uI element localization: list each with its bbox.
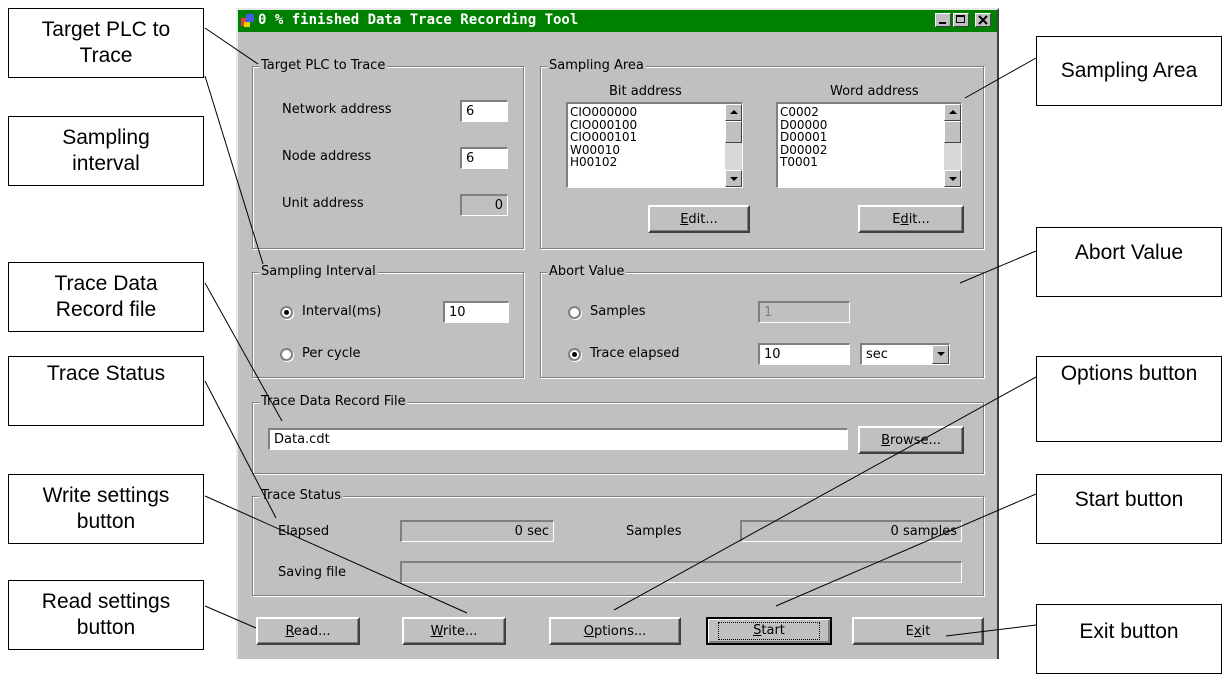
- write-label: Write...: [430, 623, 478, 639]
- arrow-up-icon: [949, 110, 957, 114]
- list-item[interactable]: C0002: [780, 106, 827, 119]
- samples-label[interactable]: Samples: [590, 304, 646, 320]
- callout-target-plc: Target PLC to Trace: [8, 8, 204, 78]
- browse-label: Browse...: [881, 432, 941, 448]
- scroll-down-button[interactable]: [725, 170, 742, 187]
- bit-address-list[interactable]: CIO000000 CIO000100 CIO000101 W00010 H00…: [566, 102, 743, 188]
- scroll-down-button[interactable]: [944, 170, 961, 187]
- samples-status-label: Samples: [626, 524, 682, 539]
- callout-start-button: Start button: [1036, 474, 1222, 544]
- maximize-icon: [956, 15, 965, 23]
- callout-trace-data-record: Trace Data Record file: [8, 262, 204, 332]
- callout-sampling-area: Sampling Area: [1036, 36, 1222, 106]
- callout-exit-button: Exit button: [1036, 604, 1222, 674]
- read-button[interactable]: Read...: [256, 617, 360, 645]
- unit-address-label: Unit address: [282, 196, 364, 211]
- maximize-button[interactable]: [953, 13, 969, 27]
- minimize-icon: [939, 22, 946, 24]
- word-address-list[interactable]: C0002 D00000 D00001 D00002 T0001: [776, 102, 962, 188]
- samples-value-field: 0 samples: [740, 520, 962, 542]
- list-item[interactable]: CIO000000: [570, 106, 637, 119]
- samples-radio[interactable]: [568, 306, 581, 319]
- title-bar[interactable]: 0 % finished Data Trace Recording Tool: [238, 10, 997, 32]
- callout-write-settings: Write settings button: [8, 474, 204, 544]
- node-address-field[interactable]: 6: [460, 147, 508, 169]
- edit-word-button[interactable]: Edit...: [858, 205, 964, 233]
- node-address-label: Node address: [282, 149, 372, 164]
- exit-label: Exit: [905, 623, 931, 639]
- scroll-thumb[interactable]: [944, 121, 961, 143]
- trace-tool-window: 0 % finished Data Trace Recording Tool T…: [236, 8, 999, 659]
- close-icon: [978, 15, 988, 25]
- minimize-button[interactable]: [935, 13, 951, 27]
- per-cycle-radio[interactable]: [280, 348, 293, 361]
- edit-bit-label: Edit...: [680, 211, 718, 227]
- browse-button[interactable]: Browse...: [858, 426, 964, 454]
- write-button[interactable]: Write...: [402, 617, 506, 645]
- bit-list-scrollbar[interactable]: [725, 104, 742, 187]
- dropdown-button[interactable]: [932, 345, 949, 364]
- target-plc-group-title: Target PLC to Trace: [259, 58, 388, 73]
- unit-address-field: 0: [460, 194, 508, 216]
- arrow-down-icon: [730, 177, 738, 181]
- options-button[interactable]: Options...: [549, 617, 681, 645]
- scroll-up-button[interactable]: [944, 104, 961, 121]
- exit-button[interactable]: Exit: [852, 617, 984, 645]
- word-address-header: Word address: [830, 84, 919, 99]
- elapsed-value-field: 0 sec: [400, 520, 554, 542]
- callout-options-button: Options button: [1036, 356, 1222, 442]
- list-item[interactable]: H00102: [570, 156, 637, 169]
- callout-abort-value: Abort Value: [1036, 227, 1222, 297]
- callout-trace-status: Trace Status: [8, 356, 204, 426]
- scroll-thumb[interactable]: [725, 121, 742, 143]
- start-label: Start: [718, 622, 820, 640]
- interval-ms-label[interactable]: Interval(ms): [302, 304, 381, 320]
- list-item[interactable]: T0001: [780, 156, 827, 169]
- list-item[interactable]: D00001: [780, 131, 827, 144]
- saving-file-field: [400, 561, 962, 583]
- read-label: Read...: [285, 623, 331, 639]
- arrow-down-icon: [949, 177, 957, 181]
- samples-field: 1: [758, 301, 850, 323]
- record-file-field[interactable]: Data.cdt: [268, 428, 848, 450]
- sampling-area-group-title: Sampling Area: [547, 58, 646, 73]
- elapsed-unit-value: sec: [866, 347, 888, 362]
- per-cycle-label[interactable]: Per cycle: [302, 346, 360, 362]
- arrow-up-icon: [730, 110, 738, 114]
- word-list-scrollbar[interactable]: [944, 104, 961, 187]
- trace-data-record-group-title: Trace Data Record File: [259, 394, 408, 409]
- sampling-interval-group: [252, 272, 524, 378]
- window-title: 0 % finished Data Trace Recording Tool: [258, 12, 579, 28]
- interval-ms-radio[interactable]: [280, 306, 293, 319]
- edit-word-label: Edit...: [892, 211, 930, 227]
- callout-sampling-interval: Sampling interval: [8, 116, 204, 186]
- elapsed-label: Elapsed: [278, 524, 330, 539]
- app-icon: [240, 13, 255, 28]
- callout-read-settings: Read settings button: [8, 580, 204, 650]
- abort-value-group-title: Abort Value: [547, 264, 627, 279]
- saving-file-label: Saving file: [278, 565, 346, 580]
- trace-status-group-title: Trace Status: [259, 488, 344, 503]
- trace-elapsed-field[interactable]: 10: [758, 343, 850, 365]
- network-address-label: Network address: [282, 102, 392, 117]
- elapsed-unit-select[interactable]: sec: [860, 343, 950, 365]
- network-address-field[interactable]: 6: [460, 100, 508, 122]
- interval-ms-field[interactable]: 10: [443, 301, 509, 323]
- list-item[interactable]: CIO000101: [570, 131, 637, 144]
- chevron-down-icon: [937, 352, 945, 356]
- start-button[interactable]: Start: [706, 617, 832, 645]
- trace-elapsed-radio[interactable]: [568, 348, 581, 361]
- options-label: Options...: [583, 623, 647, 639]
- sampling-interval-group-title: Sampling Interval: [259, 264, 378, 279]
- trace-elapsed-label[interactable]: Trace elapsed: [590, 346, 679, 362]
- edit-bit-button[interactable]: Edit...: [648, 205, 750, 233]
- scroll-up-button[interactable]: [725, 104, 742, 121]
- close-button[interactable]: [975, 13, 991, 27]
- bit-address-header: Bit address: [609, 84, 682, 99]
